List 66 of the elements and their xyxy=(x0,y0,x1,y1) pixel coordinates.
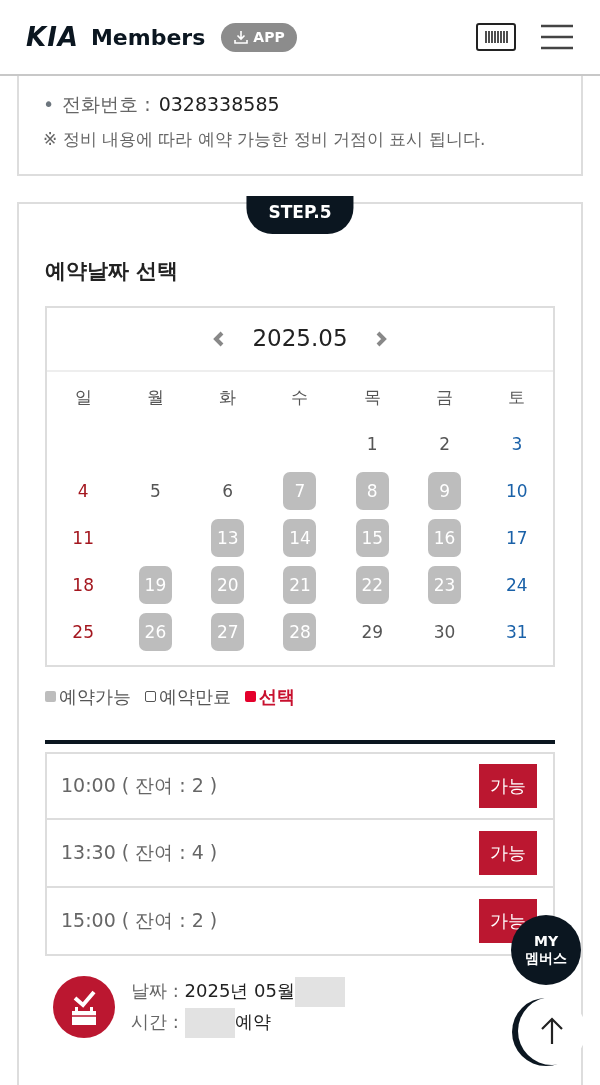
available-day[interactable]: 16 xyxy=(428,518,462,557)
calendar-day: 1 xyxy=(355,424,389,463)
weekday-label: 일 xyxy=(73,385,93,409)
note-text: ※ 정비 내용에 따라 예약 가능한 정비 거점이 표시 됩니다. xyxy=(43,127,487,151)
available-day[interactable]: 22 xyxy=(355,565,389,604)
step-badge: STEP.5 xyxy=(246,196,354,234)
calendar-day: 6 xyxy=(211,471,245,510)
available-day[interactable]: 26 xyxy=(138,612,172,651)
weekday-label: 금 xyxy=(435,385,455,409)
phone-number: 0328338585 xyxy=(158,92,280,117)
weekday-label: 목 xyxy=(362,385,382,409)
weekday-label: 월 xyxy=(145,385,165,409)
date-label: 날짜 : xyxy=(131,979,179,1001)
available-day[interactable]: 28 xyxy=(283,612,317,651)
brand-name: Members xyxy=(90,23,206,52)
calendar-day: 18 xyxy=(66,565,100,604)
time-value: 예약 xyxy=(234,1010,271,1032)
available-day[interactable]: 20 xyxy=(211,565,245,604)
legend-label: 선택 xyxy=(259,684,295,709)
time-slot-text: 10:00 ( 잔여 : 2 ) xyxy=(61,773,218,799)
calendar-day: 4 xyxy=(66,471,100,510)
available-day[interactable]: 7 xyxy=(283,471,317,510)
download-icon xyxy=(233,29,250,45)
available-day[interactable]: 23 xyxy=(428,565,462,604)
barcode-icon[interactable] xyxy=(476,23,516,51)
available-day[interactable]: 14 xyxy=(283,518,317,557)
weekday-label: 수 xyxy=(290,385,310,409)
available-day[interactable]: 19 xyxy=(138,565,172,604)
section-title: 예약날짜 선택 xyxy=(45,258,180,285)
time-slot-text: 15:00 ( 잔여 : 2 ) xyxy=(61,908,218,934)
calendar-day: 25 xyxy=(66,612,100,651)
bullet-text: • xyxy=(43,92,55,117)
available-day[interactable]: 21 xyxy=(283,565,317,604)
calendar-day: 17 xyxy=(500,518,534,557)
available-button[interactable]: 가능 xyxy=(479,763,537,808)
legend-label: 예약만료 xyxy=(159,684,231,709)
available-day[interactable]: 9 xyxy=(428,471,462,510)
calendar-day: 24 xyxy=(500,565,534,604)
phone-label: 전화번호 : xyxy=(62,92,151,117)
time-label: 시간 : xyxy=(131,1010,179,1032)
available-day[interactable]: 13 xyxy=(211,518,245,557)
app-download-button[interactable]: APP xyxy=(221,22,297,52)
menu-icon[interactable] xyxy=(540,24,574,50)
arrow-up-icon xyxy=(539,1016,565,1046)
calendar-day: 29 xyxy=(355,612,389,651)
redaction-block xyxy=(294,976,345,1007)
date-value: 2025년 05월 xyxy=(184,979,295,1001)
logo[interactable]: KIA xyxy=(26,17,79,57)
calendar-day: 5 xyxy=(138,471,172,510)
calendar-day: 10 xyxy=(500,471,534,510)
redaction-block xyxy=(184,1007,235,1038)
available-button[interactable]: 가능 xyxy=(479,830,537,875)
calendar-day: 11 xyxy=(66,518,100,557)
legend-label: 예약가능 xyxy=(59,684,131,709)
weekday-label: 화 xyxy=(218,385,238,409)
weekday-label: 토 xyxy=(507,385,527,409)
available-day[interactable]: 8 xyxy=(355,471,389,510)
available-day[interactable]: 15 xyxy=(355,518,389,557)
month-title: 2025.05 xyxy=(252,324,348,354)
calendar-day: 31 xyxy=(500,612,534,651)
calendar-day: 2 xyxy=(428,424,462,463)
calendar-day: 30 xyxy=(428,612,462,651)
calendar-check-icon xyxy=(53,975,115,1038)
calendar-day: 3 xyxy=(500,424,534,463)
available-day[interactable]: 27 xyxy=(211,612,245,651)
time-slot-text: 13:30 ( 잔여 : 4 ) xyxy=(61,840,218,866)
